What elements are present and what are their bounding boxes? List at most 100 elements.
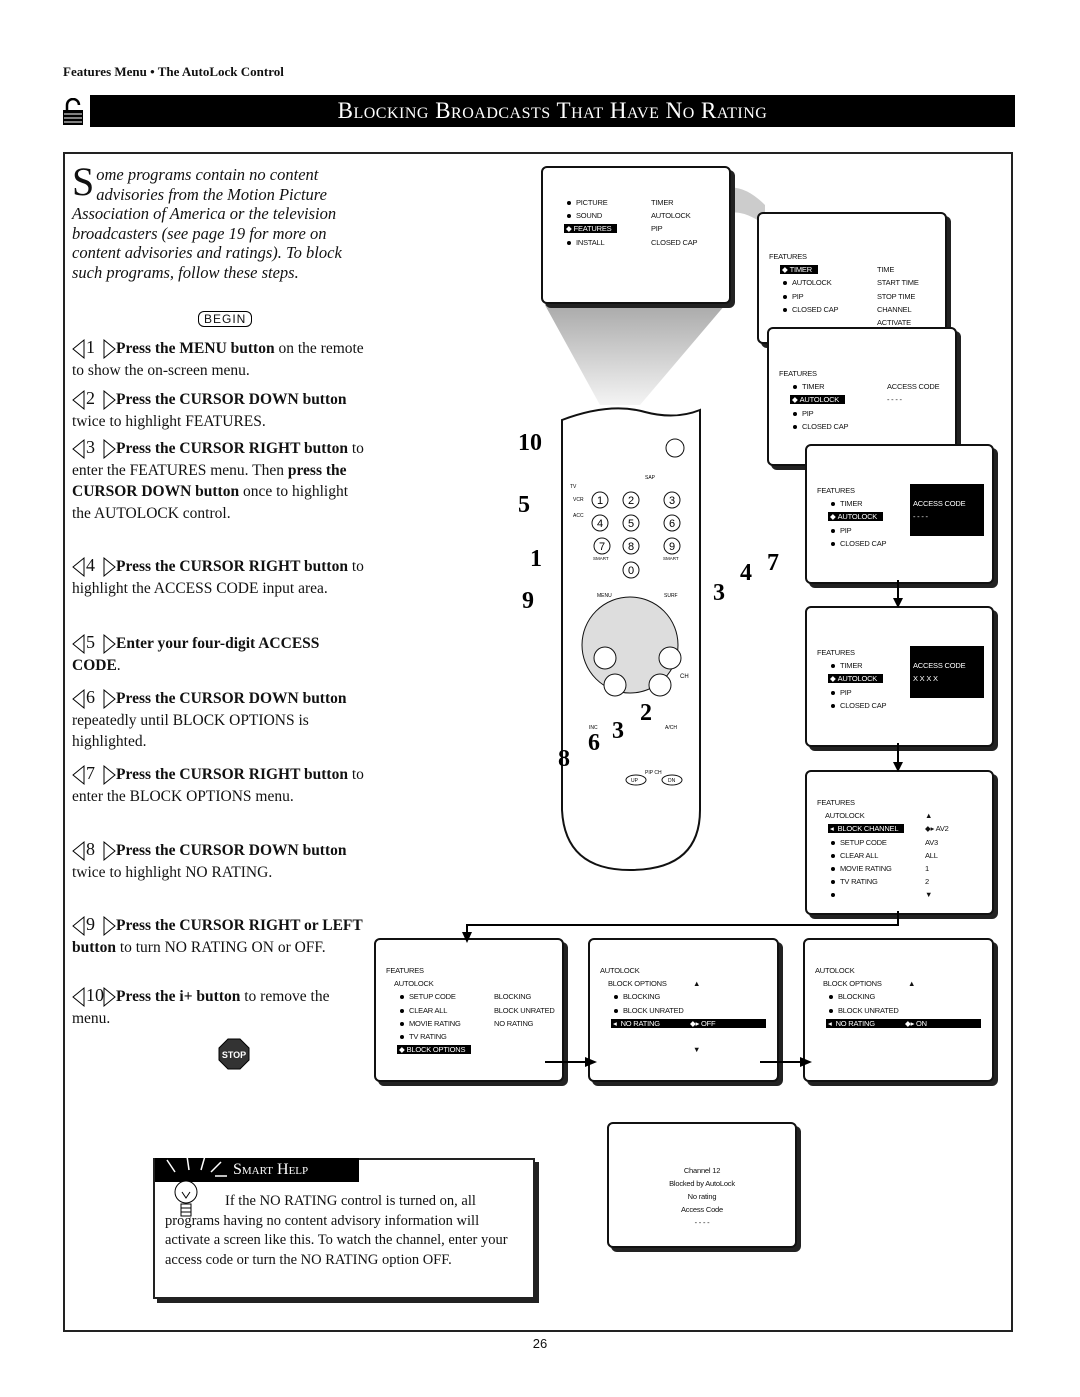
svg-text:9: 9 (669, 541, 675, 553)
volume-up-button (593, 646, 617, 670)
svg-text:SMART: SMART (663, 556, 679, 561)
menu-value: CLOSED CAP (651, 237, 698, 247)
menu-item: CLOSED CAP (783, 305, 839, 314)
step-text: Press the CURSOR RIGHT button (116, 440, 348, 457)
step-callout-9: 9 (522, 588, 534, 614)
menu-value: - - - - (887, 395, 902, 405)
access-code-panel (910, 646, 984, 698)
step-callout-4: 4 (740, 560, 752, 586)
step-8: 8 Press the CURSOR DOWN button twice to h… (72, 839, 367, 883)
screen-autolock-menu: FEATURES AUTOLOCK ▲ ◂ BLOCK CHANNEL ◆▸ AV2 SET… (805, 770, 994, 915)
highlighted-menu-item: ◆ AUTOLOCK (828, 674, 884, 684)
begin-badge: BEGIN (198, 311, 253, 327)
menu-item: CLOSED CAP (831, 701, 887, 710)
blocked-reason: Blocked by AutoLock (669, 1179, 735, 1188)
step-text: Press the CURSOR DOWN button (116, 391, 347, 408)
step-callout-3: 3 (612, 718, 624, 744)
svg-text:TV: TV (570, 484, 577, 490)
step-text: Press the CURSOR DOWN button (116, 842, 347, 859)
menu-value: NO RATING (494, 1018, 534, 1028)
step-text: repeatedly until BLOCK OPTIONS is highli… (72, 711, 309, 751)
step-number-badge: 6 (72, 687, 116, 710)
step-callout-10: 10 (518, 430, 542, 456)
menu-value: ALL (925, 850, 938, 860)
menu-value: ▲ (693, 979, 701, 989)
step-6: 6 Press the CURSOR DOWN button repeatedly… (72, 687, 367, 753)
step-1: 1 Press the MENU button on the remote to … (72, 337, 367, 381)
svg-text:SAP: SAP (645, 475, 656, 481)
highlighted-menu-item: ◆ AUTOLOCK (790, 395, 846, 405)
menu-value: ACCESS CODE (913, 661, 966, 671)
channel-up-button (658, 646, 682, 670)
step-number-badge: 7 (72, 763, 116, 786)
menu-item: TIMER (831, 661, 863, 670)
step-text: twice to highlight NO RATING. (72, 863, 273, 881)
menu-item: FEATURES (817, 798, 855, 807)
svg-text:PIP CH: PIP CH (645, 770, 662, 776)
menu-value: ▲ (925, 811, 933, 821)
page-number: 26 (532, 1336, 548, 1351)
highlighted-menu-item: ◆ TIMER (780, 265, 818, 275)
menu-item: BLOCK OPTIONS (608, 979, 667, 989)
menu-item: MOVIE RATING (831, 864, 892, 873)
menu-value: TIME (877, 265, 895, 275)
step-callout-8: 8 (558, 746, 570, 772)
step-callout-5: 5 (518, 492, 530, 518)
step-5: 5 Enter your four-digit ACCESS CODE. (72, 632, 367, 676)
channel-down-button (648, 673, 672, 697)
menu-value: ACCESS CODE (913, 499, 966, 509)
svg-text:3: 3 (669, 495, 675, 507)
step-text: Press the CURSOR RIGHT button (116, 766, 348, 783)
menu-item: AUTOLOCK (600, 966, 640, 975)
step-text: to turn NO RATING ON or OFF. (115, 938, 326, 956)
step-number-badge: 8 (72, 839, 116, 862)
menu-item: SETUP CODE (831, 838, 887, 847)
menu-item (831, 890, 840, 899)
smart-help-text: If the NO RATING control is turned on, a… (165, 1193, 508, 1268)
step-2: 2 Press the CURSOR DOWN button twice to h… (72, 388, 367, 432)
menu-value: ◆▸ AV2 (925, 824, 949, 834)
menu-value: START TIME (877, 278, 919, 288)
menu-item: PIP (831, 526, 852, 535)
highlighted-menu-item: ◆ FEATURES (564, 224, 618, 234)
step-7: 7 Press the CURSOR RIGHT button to enter … (72, 763, 367, 807)
step-text: Press the i+ button (116, 988, 241, 1005)
menu-value: - - - - (913, 512, 928, 522)
stop-icon: STOP (218, 1038, 250, 1070)
step-text: twice to highlight FEATURES. (72, 412, 266, 430)
intro-body: ome programs contain no content advisori… (72, 165, 342, 282)
svg-text:4: 4 (597, 518, 603, 530)
menu-item: FEATURES (817, 648, 855, 657)
menu-item: INSTALL (567, 238, 605, 247)
menu-item: CLEAR ALL (400, 1006, 447, 1015)
screen-no-rating-on: AUTOLOCK BLOCK OPTIONS ▲ BLOCKING BLOCK UNRA… (803, 938, 994, 1082)
menu-item: AUTOLOCK (825, 811, 865, 821)
step-number-badge: 2 (72, 388, 116, 411)
menu-value: AUTOLOCK (651, 211, 691, 221)
page-title: Blocking Broadcasts That Have No Rating (90, 95, 1015, 127)
svg-text:STOP: STOP (222, 1050, 246, 1060)
menu-item: AUTOLOCK (815, 966, 855, 975)
menu-item: CLEAR ALL (831, 851, 878, 860)
svg-text:A/CH: A/CH (665, 725, 677, 731)
menu-item: CLOSED CAP (831, 539, 887, 548)
menu-item: BLOCKING (614, 992, 660, 1001)
highlighted-menu-item: ◂ NO RATING (611, 1018, 766, 1028)
step-number-badge: 4 (72, 555, 116, 578)
smart-help-title: Smart Help (233, 1161, 309, 1178)
step-number-badge: 10 (72, 985, 116, 1008)
svg-text:CH: CH (680, 674, 689, 680)
step-4: 4 Press the CURSOR RIGHT button to highli… (72, 555, 367, 599)
menu-item: TIMER (831, 499, 863, 508)
step-number-badge: 9 (72, 914, 116, 937)
menu-item: PIP (793, 409, 814, 418)
menu-item: TV RATING (400, 1032, 447, 1041)
menu-item: TV RATING (831, 877, 878, 886)
screen-access-code-entry: FEATURES TIMER ACCESS CODE ◆ AUTOLOCK - - - -… (805, 444, 994, 584)
menu-value: X X X X (913, 674, 938, 684)
menu-item: BLOCK OPTIONS (823, 979, 882, 989)
access-code-panel (910, 484, 984, 536)
screen-no-rating-off: AUTOLOCK BLOCK OPTIONS ▲ BLOCKING BLOCK UNRA… (588, 938, 779, 1082)
step-callout-6: 6 (588, 730, 600, 756)
blocked-channel-number: Channel 12 (683, 1166, 721, 1175)
